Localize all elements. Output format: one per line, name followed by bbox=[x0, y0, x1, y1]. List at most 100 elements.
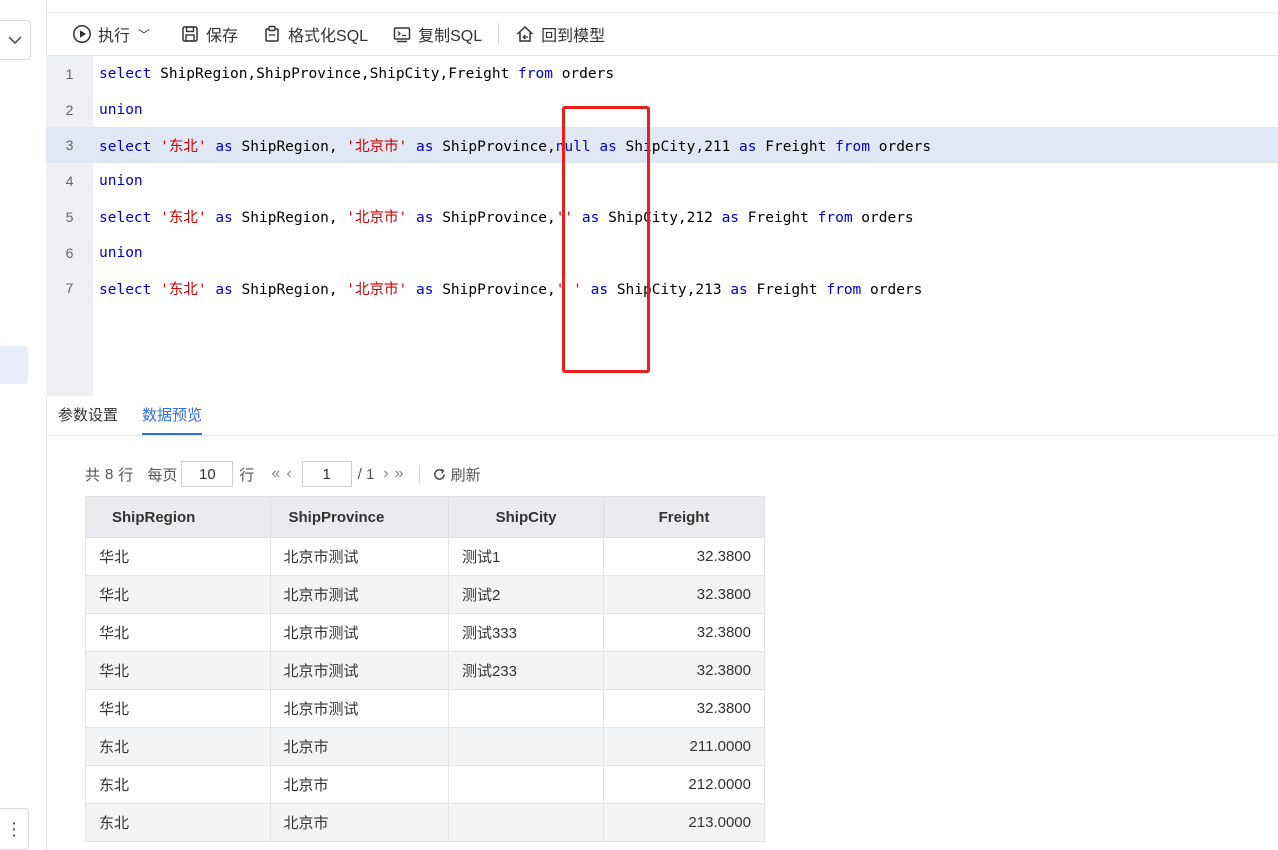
table-cell: 东北 bbox=[85, 803, 271, 842]
code-token: union bbox=[99, 173, 143, 190]
more-options-button[interactable]: ⋮ bbox=[0, 808, 29, 850]
code-token: ShipCity,211 bbox=[616, 138, 740, 155]
code-line[interactable]: 4 union bbox=[46, 163, 1278, 199]
code-token: '' bbox=[555, 210, 574, 227]
save-button[interactable]: 保存 bbox=[172, 19, 246, 49]
table-cell: 211.0000 bbox=[603, 727, 765, 766]
code-token: orders bbox=[852, 210, 914, 227]
code-token: ShipRegion, bbox=[232, 281, 347, 298]
code-token: union bbox=[99, 101, 143, 118]
code-token: ShipProvince, bbox=[433, 210, 556, 227]
header-freight[interactable]: Freight bbox=[603, 496, 765, 538]
code-line[interactable]: 6 union bbox=[46, 235, 1278, 271]
code-line[interactable]: 3 select '东北' as ShipRegion, '北京市' as Shi… bbox=[46, 127, 1278, 164]
code-token: '东北' bbox=[160, 210, 207, 227]
code-token: ShipCity,212 bbox=[599, 210, 722, 227]
table-cell bbox=[447, 765, 605, 804]
table-row[interactable]: 华北 北京市测试 测试1 32.3800 bbox=[85, 537, 765, 576]
code-token: as bbox=[739, 138, 757, 155]
table-row[interactable]: 华北 北京市测试 32.3800 bbox=[85, 689, 765, 728]
table-row[interactable]: 东北 北京市 213.0000 bbox=[85, 803, 765, 842]
rail-selected-item[interactable] bbox=[0, 346, 28, 384]
table-cell bbox=[447, 727, 605, 766]
code-token: from bbox=[826, 281, 862, 298]
tab-data-preview[interactable]: 数据预览 bbox=[142, 404, 203, 435]
code-token: ShipRegion, bbox=[232, 210, 347, 227]
header-ship-region[interactable]: ShipRegion bbox=[85, 496, 271, 538]
page-size-input[interactable]: 10 bbox=[181, 461, 234, 487]
header-ship-province[interactable]: ShipProvince bbox=[269, 496, 449, 538]
copy-sql-button[interactable]: 复制SQL bbox=[384, 19, 490, 49]
chevron-down-icon: ﹀ bbox=[138, 27, 151, 42]
code-token: Freight bbox=[756, 138, 836, 155]
code-text: select '东北' as ShipRegion, '北京市' as Ship… bbox=[93, 206, 914, 227]
first-page-icon[interactable]: « bbox=[271, 465, 280, 483]
code-token: ShipProvince, bbox=[433, 138, 556, 155]
code-token: '东北' bbox=[160, 138, 207, 155]
table-cell: 32.3800 bbox=[603, 651, 765, 690]
table-row[interactable]: 东北 北京市 211.0000 bbox=[85, 727, 765, 766]
code-token: null bbox=[555, 138, 591, 155]
table-header-row: ShipRegion ShipProvince ShipCity Freight bbox=[85, 496, 765, 538]
code-text: select '东北' as ShipRegion, '北京市' as Ship… bbox=[93, 135, 931, 156]
table-cell: 北京市 bbox=[269, 727, 449, 766]
copy-sql-label: 复制SQL bbox=[418, 28, 483, 45]
result-table: ShipRegion ShipProvince ShipCity Freight… bbox=[85, 496, 765, 842]
table-row[interactable]: 华北 北京市测试 测试233 32.3800 bbox=[85, 651, 765, 690]
header-ship-city[interactable]: ShipCity bbox=[447, 496, 605, 538]
sql-editor[interactable]: 1 select ShipRegion,ShipProvince,ShipCity… bbox=[46, 56, 1278, 396]
back-to-model-button[interactable]: 回到模型 bbox=[507, 19, 613, 49]
tab-parameter-settings[interactable]: 参数设置 bbox=[58, 404, 118, 435]
code-line[interactable]: 2 union bbox=[46, 92, 1278, 128]
code-token: as bbox=[416, 281, 434, 298]
line-number: 3 bbox=[65, 137, 74, 154]
code-token: as bbox=[416, 138, 434, 155]
code-line[interactable]: 1 select ShipRegion,ShipProvince,ShipCity… bbox=[46, 56, 1278, 92]
table-row[interactable]: 华北 北京市测试 测试333 32.3800 bbox=[85, 613, 765, 652]
line-number: 1 bbox=[65, 66, 74, 82]
table-cell: 华北 bbox=[85, 651, 271, 690]
code-token: as bbox=[215, 138, 233, 155]
line-number: 5 bbox=[65, 208, 74, 225]
code-token: orders bbox=[861, 281, 923, 298]
table-cell bbox=[447, 803, 605, 842]
format-sql-button[interactable]: 格式化SQL bbox=[254, 19, 376, 49]
next-page-icon[interactable]: › bbox=[383, 465, 388, 483]
table-cell: 北京市 bbox=[269, 803, 449, 842]
table-cell: 32.3800 bbox=[603, 537, 765, 576]
prev-page-icon[interactable]: ‹ bbox=[286, 465, 291, 483]
table-cell: 北京市测试 bbox=[269, 537, 449, 576]
code-token: union bbox=[99, 244, 143, 261]
total-pages: / 1 bbox=[357, 465, 375, 483]
play-circle-icon bbox=[73, 25, 91, 43]
table-cell: 测试2 bbox=[447, 575, 605, 614]
code-token: as bbox=[599, 138, 617, 155]
code-token: from bbox=[835, 138, 870, 155]
table-cell: 32.3800 bbox=[603, 613, 765, 652]
table-row[interactable]: 华北 北京市测试 测试2 32.3800 bbox=[85, 575, 765, 614]
code-line[interactable]: 5 select '东北' as ShipRegion, '北京市' as Shi… bbox=[46, 199, 1278, 235]
table-cell bbox=[447, 689, 605, 728]
code-token: ShipCity,213 bbox=[608, 281, 731, 298]
result-tabs: 参数设置 数据预览 bbox=[46, 397, 1278, 436]
run-button[interactable]: 执行 ﹀ bbox=[64, 19, 158, 49]
pager-separator bbox=[418, 465, 420, 483]
back-to-model-label: 回到模型 bbox=[541, 28, 606, 45]
last-page-icon[interactable]: » bbox=[395, 465, 404, 483]
refresh-button[interactable]: 刷新 bbox=[432, 464, 481, 485]
current-page-input[interactable]: 1 bbox=[301, 461, 352, 487]
table-row[interactable]: 东北 北京市 212.0000 bbox=[85, 765, 765, 804]
per-page-suffix: 行 bbox=[239, 466, 255, 484]
code-line[interactable]: 7 select '东北' as ShipRegion, '北京市' as Shi… bbox=[46, 270, 1278, 306]
code-text: select '东北' as ShipRegion, '北京市' as Ship… bbox=[93, 278, 922, 299]
code-token: '北京市' bbox=[346, 281, 408, 298]
line-number: 4 bbox=[65, 173, 74, 190]
more-vertical-icon: ⋮ bbox=[5, 819, 23, 839]
per-page-label: 每页 bbox=[147, 466, 178, 484]
expand-chevron-button[interactable] bbox=[0, 20, 31, 60]
toolbar-separator bbox=[498, 23, 500, 45]
